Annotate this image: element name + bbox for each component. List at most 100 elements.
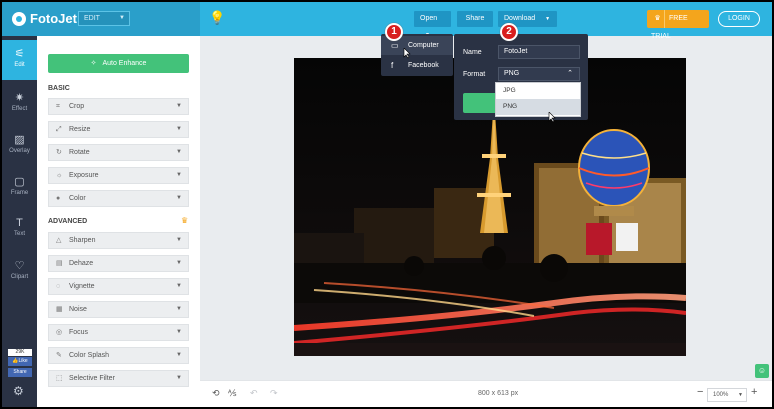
chevron-down-icon: ▼ bbox=[119, 15, 125, 21]
frame-icon: ▢ bbox=[14, 176, 25, 188]
focus-icon: ◎ bbox=[56, 329, 63, 336]
download-confirm-button[interactable] bbox=[463, 93, 496, 113]
facebook-icon: f bbox=[391, 61, 394, 70]
facebook-like-count: 29K bbox=[8, 349, 32, 356]
rail-item-overlay[interactable]: ▨ Overlay bbox=[2, 126, 37, 166]
noise-icon: ▦ bbox=[56, 306, 63, 313]
tool-selective-filter[interactable]: ⬚ Selective Filter ▼ bbox=[48, 370, 189, 387]
download-button-label: Download bbox=[504, 15, 536, 22]
effect-icon: ✷ bbox=[14, 92, 25, 104]
tool-label: Crop bbox=[69, 103, 85, 110]
file-name-input[interactable]: FotoJet bbox=[498, 45, 580, 59]
facebook-share-button[interactable]: Share bbox=[8, 368, 32, 377]
tool-label: Resize bbox=[69, 126, 91, 133]
tool-sharpen[interactable]: △ Sharpen ▼ bbox=[48, 232, 189, 249]
tool-crop[interactable]: ⌗ Crop ▼ bbox=[48, 98, 189, 115]
pointer-cursor-icon bbox=[548, 112, 556, 123]
format-option-png[interactable]: PNG bbox=[496, 99, 580, 115]
rail-item-label: Edit bbox=[14, 62, 25, 68]
format-select[interactable]: PNG ⌃ bbox=[498, 67, 580, 81]
edit-panel: ✧ Auto Enhance BASIC ⌗ Crop ▼ ⤢ Resize ▼ ↻ R… bbox=[37, 36, 200, 407]
zoom-out-icon[interactable]: − bbox=[697, 386, 703, 398]
rail-item-label: Overlay bbox=[9, 148, 30, 154]
format-option-jpg[interactable]: JPG bbox=[496, 83, 580, 99]
open-menu-item-facebook[interactable]: f Facebook bbox=[381, 56, 453, 75]
tool-resize[interactable]: ⤢ Resize ▼ bbox=[48, 121, 189, 138]
tool-dehaze[interactable]: ▤ Dehaze ▼ bbox=[48, 255, 189, 272]
redo-icon[interactable]: ↷ bbox=[270, 388, 278, 399]
zoom-value: 100% bbox=[713, 392, 729, 398]
facebook-widget: 29K 👍Like Share bbox=[8, 349, 32, 379]
tool-vignette[interactable]: ◌ Vignette ▼ bbox=[48, 278, 189, 295]
tool-exposure[interactable]: ☼ Exposure ▼ bbox=[48, 167, 189, 184]
basic-heading: BASIC bbox=[48, 85, 70, 92]
chevron-down-icon: ▼ bbox=[176, 149, 182, 155]
dehaze-icon: ▤ bbox=[56, 260, 63, 267]
chevron-down-icon: ▼ bbox=[176, 103, 182, 109]
brush-icon: ✎ bbox=[56, 352, 62, 359]
app-logo[interactable]: FotoJet bbox=[12, 11, 77, 26]
step-badge-2: 2 bbox=[500, 23, 518, 41]
chevron-down-icon: ▼ bbox=[176, 306, 182, 312]
gear-icon[interactable]: ⚙ bbox=[13, 384, 24, 398]
share-button[interactable]: Share bbox=[457, 11, 493, 27]
lightbulb-icon[interactable]: 💡 bbox=[209, 10, 225, 26]
login-button[interactable]: LOGIN bbox=[718, 11, 760, 27]
name-label: Name bbox=[463, 49, 482, 56]
chevron-down-icon: ▼ bbox=[545, 16, 551, 22]
chevron-down-icon: ▼ bbox=[176, 237, 182, 243]
selection-icon: ⬚ bbox=[56, 375, 63, 382]
advanced-heading: ADVANCED bbox=[48, 218, 88, 225]
facebook-like-button[interactable]: 👍Like bbox=[8, 357, 32, 366]
drop-icon: ● bbox=[56, 195, 61, 202]
chevron-down-icon: ▼ bbox=[176, 329, 182, 335]
rail-item-label: Effect bbox=[11, 106, 28, 112]
tool-color[interactable]: ● Color ▼ bbox=[48, 190, 189, 207]
app-name: FotoJet bbox=[30, 11, 77, 26]
step-badge-1: 1 bbox=[385, 23, 403, 41]
sun-icon: ☼ bbox=[56, 172, 63, 179]
chat-icon[interactable]: ☺ bbox=[755, 364, 769, 378]
rail-item-text[interactable]: T Text bbox=[2, 210, 37, 250]
tool-label: Sharpen bbox=[69, 237, 96, 244]
crown-icon: ♛ bbox=[651, 10, 665, 28]
tool-label: Focus bbox=[69, 329, 89, 336]
compare-icon[interactable]: ⅍ bbox=[228, 388, 237, 398]
crown-icon: ♛ bbox=[181, 216, 189, 225]
auto-enhance-button[interactable]: ✧ Auto Enhance bbox=[48, 54, 189, 73]
flip-icon[interactable]: ⟲ bbox=[212, 388, 220, 399]
undo-icon[interactable]: ↶ bbox=[250, 388, 258, 399]
crop-icon: ⌗ bbox=[56, 103, 60, 110]
logo-icon bbox=[12, 11, 26, 26]
format-options-list: JPG PNG bbox=[495, 82, 581, 117]
zoom-select[interactable]: 100% ▼ bbox=[707, 388, 747, 402]
chevron-down-icon: ▼ bbox=[176, 283, 182, 289]
heart-icon: ♡ bbox=[14, 260, 25, 272]
tool-color-splash[interactable]: ✎ Color Splash ▼ bbox=[48, 347, 189, 364]
zoom-in-icon[interactable]: + bbox=[751, 386, 757, 398]
tool-label: Exposure bbox=[69, 172, 99, 179]
tool-label: Color Splash bbox=[69, 352, 110, 359]
mode-select[interactable]: EDIT ▼ bbox=[78, 11, 130, 26]
open-button-label: Open bbox=[420, 15, 438, 22]
rail-item-clipart[interactable]: ♡ Clipart bbox=[2, 252, 37, 292]
rail-item-label: Frame bbox=[10, 190, 29, 196]
chevron-up-icon: ⌃ bbox=[567, 70, 573, 77]
rail-item-frame[interactable]: ▢ Frame bbox=[2, 168, 37, 208]
menu-item-label: Facebook bbox=[408, 62, 439, 69]
pointer-cursor-icon bbox=[403, 48, 411, 59]
tool-label: Rotate bbox=[69, 149, 90, 156]
tool-rotate[interactable]: ↻ Rotate ▼ bbox=[48, 144, 189, 161]
wand-icon: ✧ bbox=[90, 60, 97, 67]
free-trial-button[interactable]: ♛ FREE TRIAL bbox=[647, 10, 709, 40]
rail-item-effect[interactable]: ✷ Effect bbox=[2, 84, 37, 124]
tool-label: Dehaze bbox=[69, 260, 94, 267]
open-button[interactable]: Open ▼ bbox=[414, 11, 451, 38]
tool-label: Color bbox=[69, 195, 86, 202]
tool-noise[interactable]: ▦ Noise ▼ bbox=[48, 301, 189, 318]
tool-label: Selective Filter bbox=[69, 375, 115, 382]
mode-select-value: EDIT bbox=[84, 15, 100, 22]
rail-item-edit[interactable]: ⚟ Edit bbox=[2, 40, 37, 80]
tool-focus[interactable]: ◎ Focus ▼ bbox=[48, 324, 189, 341]
overlay-icon: ▨ bbox=[14, 134, 25, 146]
